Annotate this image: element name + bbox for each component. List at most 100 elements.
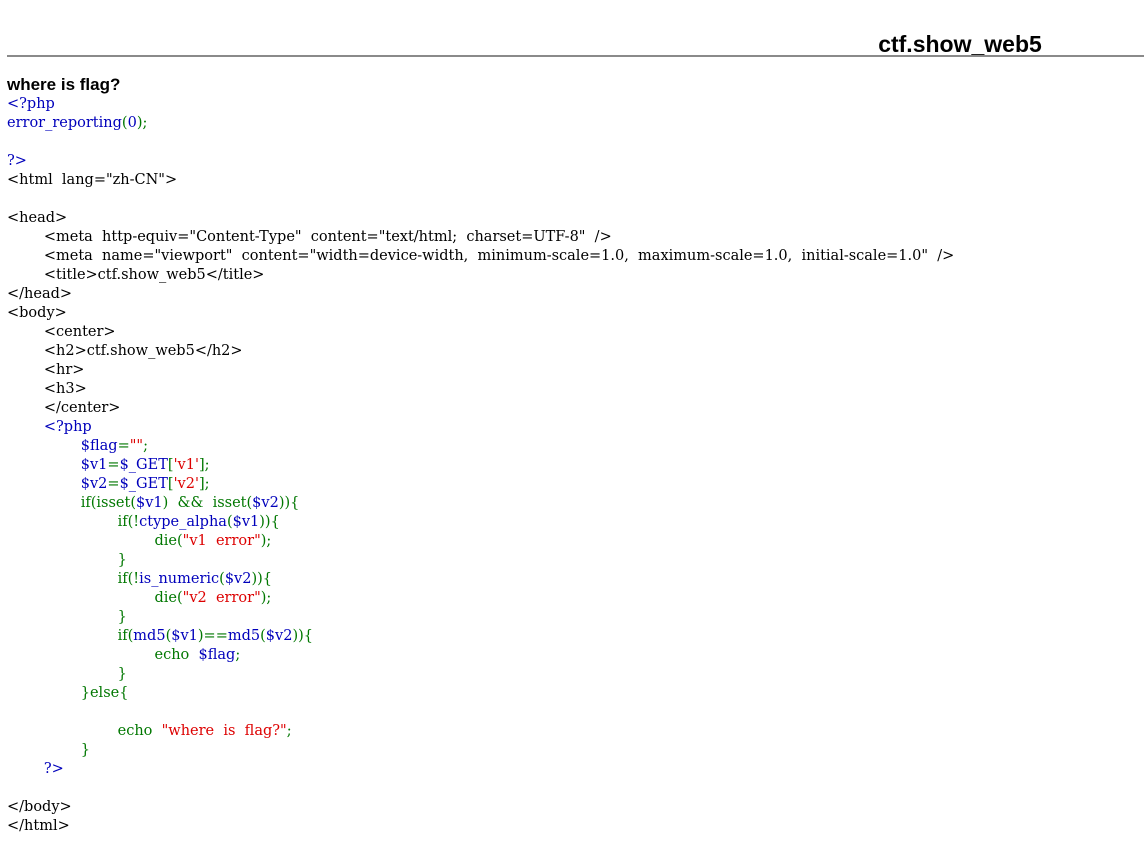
code-token: ); — [260, 590, 272, 606]
code-line: </center> — [7, 399, 954, 418]
code-token: ?> — [7, 153, 27, 169]
code-line: $v1=$_GET['v1']; — [7, 456, 954, 475]
code-token: </head> — [7, 286, 73, 302]
code-token: ?> — [7, 761, 64, 777]
code-token: </html> — [7, 818, 70, 834]
code-token: ]; — [198, 457, 210, 473]
code-token: </center> — [7, 400, 121, 416]
code-token: die( — [154, 533, 183, 549]
code-line: if(md5($v1)==md5($v2)){ — [7, 627, 954, 646]
code-token: $_GET — [119, 476, 168, 492]
code-token: ; — [143, 438, 148, 454]
code-token: = — [107, 476, 120, 492]
code-line: </body> — [7, 798, 954, 817]
code-token: = — [107, 457, 120, 473]
code-token: )){ — [259, 514, 280, 530]
code-line: ?> — [7, 760, 954, 779]
code-line: if(!is_numeric($v2)){ — [7, 570, 954, 589]
code-token: <?php — [7, 96, 55, 112]
code-line: } — [7, 665, 954, 684]
code-line: error_reporting(0); — [7, 114, 954, 133]
code-line: die("v1 error"); — [7, 532, 954, 551]
code-line: } — [7, 741, 954, 760]
code-line: echo $flag; — [7, 646, 954, 665]
code-line: if(isset($v1) && isset($v2)){ — [7, 494, 954, 513]
code-token: ); — [136, 115, 148, 131]
code-token: )){ — [251, 571, 273, 587]
code-token: "v2 error" — [182, 590, 261, 606]
code-line: <html lang="zh-CN"> — [7, 171, 954, 190]
code-token: <h2>ctf.show_web5</h2> — [7, 343, 243, 359]
code-line: <?php — [7, 418, 954, 437]
code-token: $v2 — [252, 495, 279, 511]
code-token: ) && isset( — [162, 495, 253, 511]
code-token: $_GET — [119, 457, 168, 473]
code-token: md5 — [227, 628, 261, 644]
code-line: <?php — [7, 95, 954, 114]
code-line: <title>ctf.show_web5</title> — [7, 266, 954, 285]
code-line: }else{ — [7, 684, 954, 703]
code-token: <meta http-equiv="Content-Type" content=… — [7, 229, 612, 245]
code-token: <center> — [7, 324, 116, 340]
code-token: )){ — [292, 628, 313, 644]
code-token: md5 — [133, 628, 166, 644]
code-line: die("v2 error"); — [7, 589, 954, 608]
code-token: "where is flag?" — [161, 723, 287, 739]
code-token: "v1 error" — [182, 533, 261, 549]
code-token: }else{ — [80, 685, 129, 701]
code-token: ); — [260, 533, 272, 549]
code-token: } — [117, 552, 127, 568]
code-line: } — [7, 551, 954, 570]
code-token: <title>ctf.show_web5</title> — [7, 267, 265, 283]
code-token: $v2 — [224, 571, 252, 587]
code-token: is_numeric — [139, 571, 220, 587]
code-token: <?php — [7, 419, 92, 435]
code-token: } — [80, 742, 90, 758]
code-token: </body> — [7, 799, 72, 815]
code-token: ; — [235, 647, 241, 663]
code-line: <h2>ctf.show_web5</h2> — [7, 342, 954, 361]
code-token: )){ — [278, 495, 300, 511]
code-line: </head> — [7, 285, 954, 304]
code-token: $flag — [80, 438, 118, 454]
code-token: if(isset( — [80, 495, 136, 511]
code-token: } — [117, 666, 127, 682]
code-token: $v1 — [232, 514, 260, 530]
code-token: <head> — [7, 210, 68, 226]
code-token: if(! — [117, 514, 140, 530]
code-token: } — [117, 609, 127, 625]
code-token: "" — [129, 438, 144, 454]
code-token: 0 — [127, 115, 137, 131]
code-line: <meta http-equiv="Content-Type" content=… — [7, 228, 954, 247]
code-token: if( — [117, 628, 134, 644]
code-token: <body> — [7, 305, 67, 321]
flag-message: where is flag? — [7, 75, 121, 94]
code-token: $flag — [198, 647, 236, 663]
code-line: <meta name="viewport" content="width=dev… — [7, 247, 954, 266]
code-line: echo "where is flag?"; — [7, 722, 954, 741]
code-token: <html lang="zh-CN"> — [7, 172, 178, 188]
code-token: <meta name="viewport" content="width=dev… — [7, 248, 955, 264]
code-token: $v1 — [80, 457, 108, 473]
code-line: <h3> — [7, 380, 954, 399]
code-line: $v2=$_GET['v2']; — [7, 475, 954, 494]
code-line: } — [7, 608, 954, 627]
code-token: ]; — [198, 476, 210, 492]
code-token: 'v2' — [173, 476, 199, 492]
